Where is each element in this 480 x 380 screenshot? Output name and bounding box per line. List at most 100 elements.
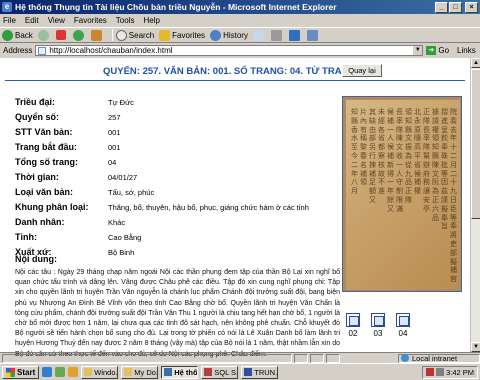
scrollbar-thumb[interactable] bbox=[471, 69, 480, 219]
field-value-trieu-dai: Tự Đức bbox=[108, 98, 134, 107]
field-value-loai-van-ban: Tấu, sớ, phúc bbox=[108, 188, 155, 197]
field-label-khung-phan-loai: Khung phân loại: bbox=[15, 202, 89, 212]
field-value-tong-so-trang: 04 bbox=[108, 158, 117, 167]
edit-button[interactable] bbox=[288, 29, 302, 41]
links-button[interactable]: Links bbox=[457, 46, 476, 55]
page-thumbnails: 02 03 04 bbox=[342, 313, 462, 343]
scroll-up-icon[interactable]: ▲ bbox=[471, 58, 480, 68]
search-button[interactable]: Search bbox=[115, 29, 155, 41]
globe-icon bbox=[401, 354, 409, 362]
status-text bbox=[2, 353, 292, 363]
field-value-stt-van-ban: 001 bbox=[108, 128, 121, 137]
history-button[interactable]: History bbox=[210, 29, 248, 41]
page-thumbnail[interactable]: 03 bbox=[371, 313, 385, 338]
page-thumbnail-icon bbox=[371, 313, 385, 327]
edit-icon bbox=[288, 29, 300, 41]
menu-favorites[interactable]: Favorites bbox=[74, 16, 107, 25]
start-button[interactable]: Start bbox=[2, 365, 40, 379]
field-value-danh-nhan: Khác bbox=[108, 218, 126, 227]
page-thumbnail[interactable]: 02 bbox=[346, 313, 360, 338]
status-segment bbox=[326, 353, 340, 363]
field-label-trang-bat-dau: Trang bắt đầu: bbox=[15, 142, 78, 152]
quay-lai-button[interactable]: Quay lại bbox=[342, 64, 382, 77]
chevron-down-icon[interactable]: ▼ bbox=[413, 46, 423, 55]
close-button[interactable]: × bbox=[465, 1, 478, 13]
back-arrow-icon bbox=[2, 29, 13, 41]
address-label: Address bbox=[3, 46, 33, 55]
outlook-quicklaunch-icon[interactable] bbox=[68, 367, 79, 377]
discuss-button[interactable] bbox=[306, 29, 320, 41]
scroll-down-icon[interactable]: ▼ bbox=[471, 342, 480, 352]
task-label: Windo... bbox=[94, 367, 118, 377]
scan-text-column: 領知縣文振為從九品正隊 bbox=[405, 108, 412, 204]
favorites-button[interactable]: Favorites bbox=[159, 29, 205, 41]
forward-button[interactable] bbox=[37, 29, 51, 41]
go-button[interactable]: ➜ Go bbox=[426, 46, 449, 55]
field-value-trang-bat-dau: 001 bbox=[108, 143, 121, 152]
scan-paper: 院奏去年十二月二十九日臣等奉將吏部擬補官職 摺進呈欽奉硃批等因茲謹擬奉旨 據請權… bbox=[346, 100, 460, 290]
page-thumbnail-icon bbox=[396, 313, 410, 327]
task-label: My Do... bbox=[134, 367, 158, 377]
refresh-button[interactable] bbox=[72, 29, 86, 41]
menu-bar: File Edit View Favorites Tools Help bbox=[0, 14, 480, 26]
address-input[interactable]: http://localhost/chauban/index.html ▼ bbox=[35, 45, 424, 56]
history-icon bbox=[210, 29, 222, 41]
windows-logo-icon bbox=[6, 367, 15, 377]
field-value-quyen-so: 257 bbox=[108, 113, 121, 122]
document-content: Nội các tâu : Ngày 29 tháng chạp năm ngo… bbox=[15, 269, 340, 358]
scan-text-column: 候補一人候補新得一年餘又 bbox=[387, 108, 394, 213]
speaker-icon[interactable] bbox=[436, 368, 445, 376]
stop-button[interactable] bbox=[55, 30, 68, 40]
page-thumbnail[interactable]: 04 bbox=[396, 313, 410, 338]
maximize-button[interactable]: □ bbox=[449, 1, 462, 13]
field-label-stt-van-ban: STT Văn bản: bbox=[15, 127, 73, 137]
menu-edit[interactable]: Edit bbox=[25, 16, 39, 25]
search-label: Search bbox=[128, 30, 155, 40]
mail-button[interactable] bbox=[252, 29, 266, 41]
menu-view[interactable]: View bbox=[48, 16, 65, 25]
scan-text-column: 其缺由部另行揀補足額又 bbox=[369, 108, 376, 204]
field-value-tinh: Cao Bằng bbox=[108, 233, 142, 242]
title-bar: e Hệ thống Thụng tin Tài liệu Chõu bản t… bbox=[0, 0, 480, 14]
folder-icon bbox=[124, 368, 133, 376]
menu-tools[interactable]: Tools bbox=[116, 16, 135, 25]
history-label: History bbox=[223, 30, 248, 40]
scan-text-column: 據請權領知縣陳文阮為正六品 bbox=[432, 108, 439, 222]
desktop-quicklaunch-icon[interactable] bbox=[55, 367, 66, 377]
taskbar-item-my-documents[interactable]: My Do... bbox=[121, 365, 159, 379]
stop-icon bbox=[55, 30, 66, 40]
sql-server-icon bbox=[204, 368, 213, 376]
heading-divider bbox=[5, 80, 465, 81]
taskbar-item-he-thong[interactable]: Hệ thố... bbox=[161, 365, 199, 379]
minimize-button[interactable]: _ bbox=[435, 1, 448, 13]
status-bar: Local intranet bbox=[0, 352, 480, 363]
system-tray: 3:42 PM bbox=[422, 365, 478, 379]
menu-file[interactable]: File bbox=[3, 16, 16, 25]
folder-icon bbox=[84, 368, 93, 376]
discuss-icon bbox=[306, 29, 318, 41]
home-icon bbox=[90, 29, 102, 41]
home-button[interactable] bbox=[90, 29, 104, 41]
search-icon bbox=[115, 29, 127, 41]
field-value-thoi-gian: 04/01/27 bbox=[108, 173, 138, 182]
tray-icon[interactable] bbox=[426, 368, 435, 376]
field-label-tong-so-trang: Tổng số trang: bbox=[15, 157, 78, 167]
field-label-noi-dung: Nội dung: bbox=[15, 254, 57, 264]
taskbar-item-trun[interactable]: TRUN... bbox=[241, 365, 279, 379]
field-label-loai-van-ban: Loại văn bản: bbox=[15, 187, 74, 197]
back-button[interactable]: Back bbox=[2, 29, 33, 41]
document-scan-image[interactable]: 院奏去年十二月二十九日臣等奉將吏部擬補官職 摺進呈欽奉硃批等因茲謹擬奉旨 據請權… bbox=[342, 96, 462, 292]
scan-text-column: 長率隊陳文收一人守制限滿 bbox=[396, 108, 403, 213]
scan-text-column: 院奏去年十二月二十九日臣等奉將吏部擬補官職 bbox=[450, 108, 457, 284]
taskbar-item-windows[interactable]: Windo... bbox=[81, 365, 119, 379]
task-label: TRUN... bbox=[254, 367, 278, 377]
page-thumbnail-number: 02 bbox=[348, 329, 358, 338]
print-button[interactable] bbox=[270, 29, 284, 41]
menu-help[interactable]: Help bbox=[143, 16, 159, 25]
ie-quicklaunch-icon[interactable] bbox=[42, 367, 53, 377]
status-segment bbox=[294, 353, 308, 363]
vertical-scrollbar[interactable]: ▲ ▼ bbox=[470, 58, 480, 352]
refresh-icon bbox=[72, 29, 84, 41]
toolbar: Back Search Favorites History bbox=[0, 27, 480, 43]
taskbar-item-sql[interactable]: SQL S... bbox=[201, 365, 239, 379]
